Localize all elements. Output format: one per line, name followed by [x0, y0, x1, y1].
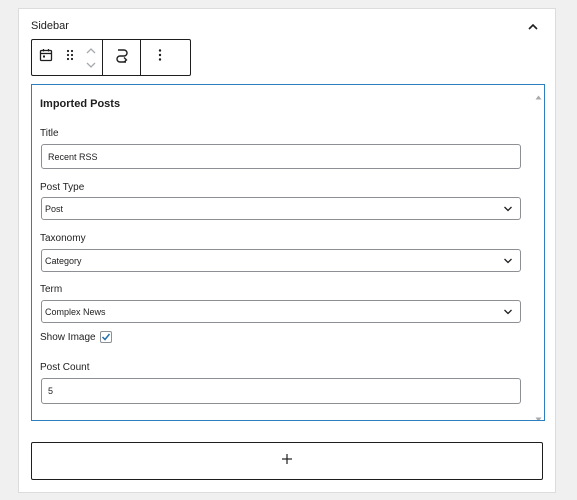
post-count-label: Post Count: [40, 362, 90, 373]
panel-title: Sidebar: [31, 20, 69, 32]
taxonomy-value: Category: [45, 255, 82, 266]
checkmark-icon: [101, 333, 110, 341]
title-input[interactable]: Recent RSS: [41, 144, 521, 169]
taxonomy-label: Taxonomy: [40, 233, 86, 244]
plus-icon: [281, 452, 293, 470]
chevron-down-icon: [504, 206, 512, 212]
drag-handle[interactable]: [60, 40, 80, 75]
term-select[interactable]: Complex News: [41, 300, 521, 323]
transform-button[interactable]: [103, 40, 140, 75]
block-scrollbar[interactable]: [533, 85, 544, 420]
scroll-up-icon[interactable]: [535, 88, 542, 100]
toolbar-group-block: [32, 40, 103, 75]
chevron-down-icon: [86, 62, 96, 68]
taxonomy-select[interactable]: Category: [41, 249, 521, 272]
add-block-button[interactable]: [31, 442, 543, 480]
post-type-label: Post Type: [40, 182, 85, 193]
calendar-icon: [39, 48, 53, 67]
toolbar-group-options: [141, 40, 178, 75]
post-count-input[interactable]: 5: [41, 378, 521, 404]
block-title: Imported Posts: [40, 98, 121, 110]
show-image-row: Show Image: [40, 331, 112, 343]
loop-icon: [115, 47, 129, 68]
scroll-down-icon[interactable]: [535, 410, 542, 420]
post-type-select[interactable]: Post: [41, 197, 521, 220]
block-options-button[interactable]: [141, 40, 178, 75]
chevron-down-icon: [504, 309, 512, 315]
drag-handle-icon: [65, 48, 75, 67]
block-mover: [80, 40, 102, 75]
chevron-down-icon: [504, 258, 512, 264]
chevron-up-icon[interactable]: [525, 19, 541, 35]
block-type-button[interactable]: [32, 40, 60, 75]
move-down-button[interactable]: [85, 58, 97, 72]
chevron-up-icon: [86, 47, 96, 53]
term-label: Term: [40, 284, 63, 295]
toolbar-group-transform: [103, 40, 141, 75]
sidebar-panel: Sidebar Imported Posts Title Recent RSS …: [18, 8, 556, 493]
title-label: Title: [40, 128, 59, 139]
post-count-value: 5: [48, 386, 54, 396]
move-up-button[interactable]: [85, 44, 97, 58]
imported-posts-block[interactable]: Imported Posts Title Recent RSS Post Typ…: [31, 84, 545, 421]
term-value: Complex News: [45, 306, 106, 317]
show-image-checkbox[interactable]: [99, 331, 112, 343]
post-type-value: Post: [45, 203, 64, 214]
title-input-value: Recent RSS: [48, 151, 98, 162]
show-image-label: Show Image: [40, 331, 96, 343]
more-vertical-icon: [158, 48, 162, 67]
block-toolbar: [31, 39, 191, 76]
